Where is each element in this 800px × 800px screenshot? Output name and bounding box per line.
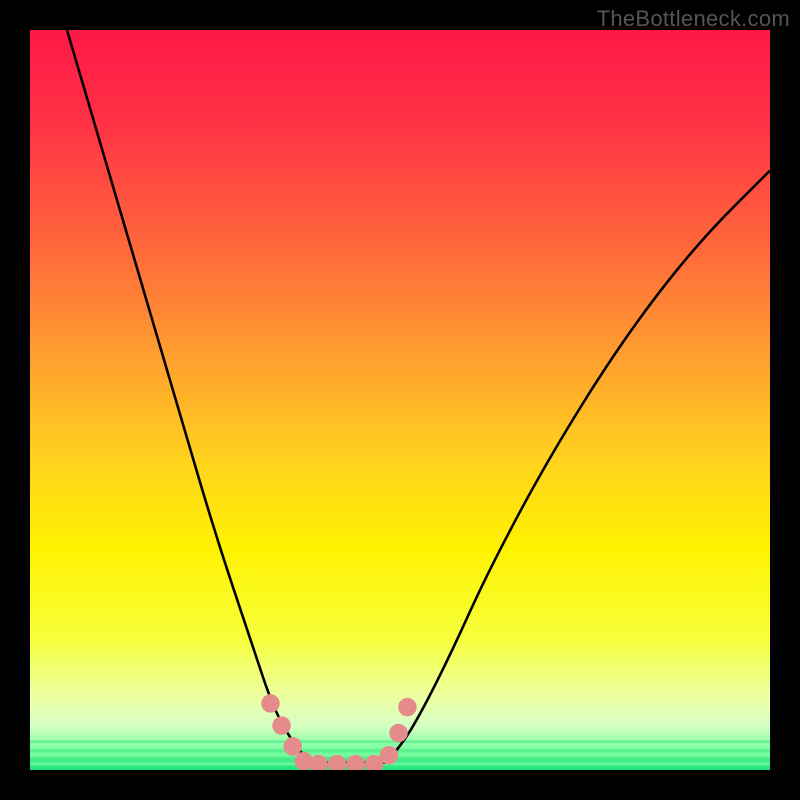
chart-frame: TheBottleneck.com [0,0,800,800]
plot-area [30,30,770,770]
curve-left-branch [67,30,311,763]
curve-right-branch [385,171,770,763]
watermark-text: TheBottleneck.com [597,6,790,32]
bottleneck-curve [30,30,770,770]
